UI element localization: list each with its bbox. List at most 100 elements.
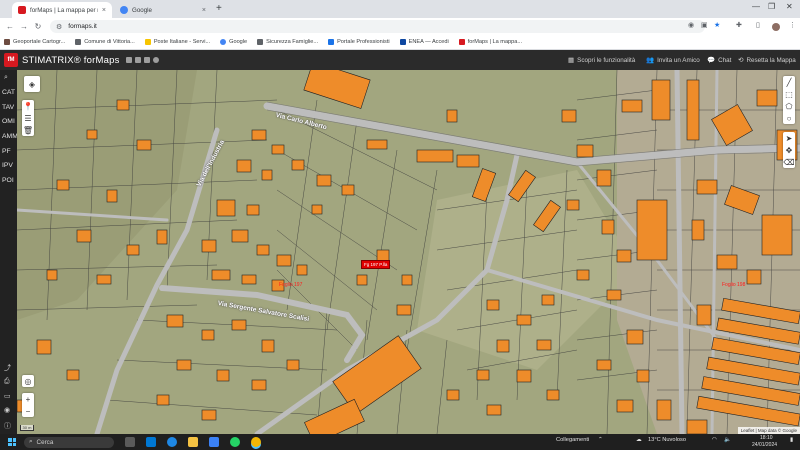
print-icon[interactable]: ⎙ <box>4 378 10 386</box>
linkedin-icon[interactable] <box>134 57 141 63</box>
map-view[interactable]: ◈ 📍 ☰ 🗑 ◎ + − 30 m ╱ ⬚ ⬠ ○ ➤ ✥ ⌫ Fg 197 … <box>17 70 800 434</box>
back-icon[interactable]: ← <box>3 22 17 31</box>
menu-pf[interactable]: PF <box>2 148 11 155</box>
more-menu-icon[interactable]: ⋮ <box>789 21 796 29</box>
close-window-icon[interactable]: ✕ <box>786 2 793 11</box>
bookmark-item[interactable]: forMaps | La mappa... <box>458 39 522 45</box>
menu-poi[interactable]: POI <box>2 177 14 184</box>
browser-tab-strip: forMaps | La mappa per navigare × Google… <box>0 0 800 18</box>
tab-google[interactable]: Google × <box>114 2 212 18</box>
close-icon[interactable]: × <box>202 7 206 14</box>
info-icon[interactable]: ⓘ <box>4 421 11 431</box>
draw-circle-icon[interactable]: ○ <box>783 112 795 124</box>
menu-omi[interactable]: OMI <box>2 118 15 125</box>
bookmark-item[interactable]: Portale Professionisti <box>328 39 390 45</box>
eye-icon[interactable]: ◉ <box>688 21 694 29</box>
facebook-icon[interactable] <box>125 57 132 63</box>
star-icon[interactable]: ★ <box>714 21 720 29</box>
network-status[interactable]: Collegamenti <box>556 437 589 443</box>
locate-control[interactable]: ◎ <box>22 375 34 387</box>
brand-title: STIMATRIX® forMaps <box>22 54 120 66</box>
puzzle-icon[interactable]: ✚ <box>736 21 742 29</box>
folder-icon[interactable]: ▭ <box>4 392 11 400</box>
share-icon[interactable]: ⤴ <box>4 363 11 373</box>
menu-item-reset[interactable]: ⟲ Resetta la Mappa <box>738 56 796 65</box>
menu-tav[interactable]: TAV <box>2 104 14 111</box>
windows-start-icon[interactable] <box>8 438 16 446</box>
tools-control: 📍 ☰ 🗑 <box>22 100 34 136</box>
cursor-icon[interactable]: ➤ <box>783 132 795 144</box>
wifi-icon[interactable]: ◠ <box>712 437 717 443</box>
tab-title: forMaps | La mappa per navigare <box>30 6 98 14</box>
url-text: formaps.it <box>68 23 97 30</box>
site-info-icon[interactable]: ⚙ <box>56 23 62 31</box>
address-bar[interactable]: ⚙ formaps.it <box>50 20 705 33</box>
windows-taskbar: ⌕ Cerca Collegamenti ⌃ ☁ 13°C Nuvoloso ◠… <box>0 434 800 450</box>
layers-control[interactable]: ◈ <box>24 76 40 92</box>
bookmark-item[interactable]: Sicurezza Famiglie... <box>257 39 318 45</box>
menu-item-features[interactable]: ▦ Scopri le funzionalità <box>568 56 635 65</box>
eraser-icon[interactable]: ⌫ <box>783 156 795 168</box>
bookmark-item[interactable]: Poste Italiane - Servi... <box>144 39 210 45</box>
draw-rectangle-icon[interactable]: ⬚ <box>783 88 795 100</box>
taskbar-search[interactable]: ⌕ Cerca <box>24 436 114 448</box>
file-explorer-icon[interactable] <box>188 437 198 447</box>
list-icon[interactable]: ☰ <box>22 112 34 124</box>
layers-icon[interactable]: ◈ <box>24 76 40 92</box>
forward-icon[interactable]: → <box>17 22 31 31</box>
bookmark-item[interactable]: ENEA — Accedi <box>399 39 449 45</box>
bookmark-item[interactable]: Google <box>220 39 247 45</box>
bookmark-item[interactable]: Comune di Vittoria... <box>75 39 135 45</box>
menu-cat[interactable]: CAT <box>2 89 15 96</box>
trash-icon[interactable]: 🗑 <box>22 124 34 136</box>
instagram-icon[interactable] <box>152 57 159 63</box>
map-canvas <box>17 70 800 434</box>
zoom-in-button[interactable]: + <box>22 393 34 405</box>
whatsapp-icon[interactable] <box>230 437 240 447</box>
menu-item-chat[interactable]: 💬 Chat <box>707 56 731 65</box>
notifications-icon[interactable]: ▮ <box>790 437 793 443</box>
reload-icon[interactable]: ↻ <box>31 22 45 31</box>
volume-icon[interactable]: 🔈 <box>724 437 731 443</box>
formaps-logo[interactable]: fM <box>4 53 18 67</box>
minimize-icon[interactable]: — <box>752 2 760 11</box>
move-icon[interactable]: ✥ <box>783 144 795 156</box>
draw-polygon-icon[interactable]: ⬠ <box>783 100 795 112</box>
chrome-icon[interactable] <box>251 437 261 447</box>
tab-formaps[interactable]: forMaps | La mappa per navigare × <box>12 2 112 18</box>
clock-date[interactable]: 24/01/2024 <box>752 442 777 448</box>
close-icon[interactable]: × <box>102 7 106 14</box>
menu-amm[interactable]: AMM <box>2 133 18 140</box>
grid-icon: ▦ <box>568 57 575 64</box>
eye-icon[interactable]: ◉ <box>4 406 10 414</box>
bookmark-icon <box>4 39 10 45</box>
tab-title: Google <box>132 6 152 14</box>
globe-icon <box>75 39 82 45</box>
tray-chevron-icon[interactable]: ⌃ <box>598 437 603 443</box>
task-view-icon[interactable] <box>125 437 135 447</box>
zoom-out-button[interactable]: − <box>22 405 34 417</box>
sidepanel-icon[interactable]: ▯ <box>756 21 760 29</box>
mail-icon[interactable] <box>146 437 156 447</box>
clock-time[interactable]: 18:10 <box>760 435 773 441</box>
pin-icon[interactable]: 📍 <box>22 100 34 112</box>
bookmarks-bar: Geoportale Cartogr... Comune di Vittoria… <box>0 35 800 50</box>
avatar[interactable] <box>772 23 780 31</box>
new-tab-button[interactable]: + <box>216 3 222 14</box>
menu-ipv[interactable]: IPV <box>2 162 13 169</box>
locate-icon[interactable]: ◎ <box>22 375 34 387</box>
weather-status[interactable]: 13°C Nuvoloso <box>648 437 686 443</box>
menu-item-invite[interactable]: 👥 Invita un Amico <box>646 56 700 65</box>
youtube-icon[interactable] <box>143 57 150 63</box>
maximize-icon[interactable]: ❐ <box>768 2 775 11</box>
bookmark-item[interactable]: Geoportale Cartogr... <box>4 39 65 45</box>
formaps-favicon-icon <box>18 6 26 14</box>
draw-line-icon[interactable]: ╱ <box>783 76 795 88</box>
search-icon[interactable]: ⌕ <box>4 74 8 82</box>
zoom-control: + − <box>22 393 34 417</box>
store-icon[interactable] <box>209 437 219 447</box>
edge-icon[interactable] <box>167 437 177 447</box>
map-attribution[interactable]: Leaflet | Map data © Google <box>737 427 800 434</box>
parcel-marker-label[interactable]: Fg 197 P.lla <box>361 260 391 269</box>
extension-icon[interactable]: ▣ <box>701 21 708 29</box>
